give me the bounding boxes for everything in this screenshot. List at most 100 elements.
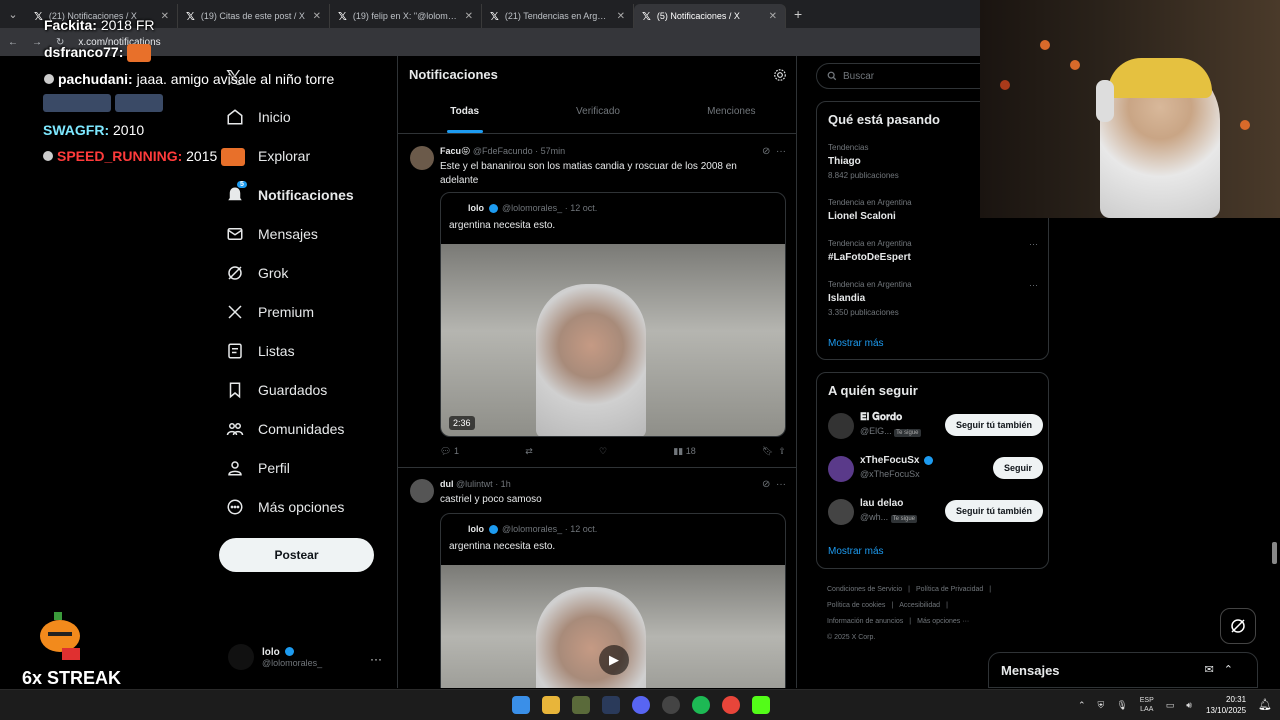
back-icon[interactable]: ← — [8, 37, 18, 48]
post[interactable]: dul @lulintwt · 1h ⊘ ··· castriel y poco… — [398, 469, 796, 688]
post-text: castriel y poco samoso — [440, 494, 542, 505]
tab-list-chevron-icon[interactable]: ⌄ — [0, 0, 26, 28]
clock[interactable]: 20:31 13/10/2025 — [1206, 694, 1246, 716]
more-icon[interactable]: ··· — [1029, 280, 1038, 290]
sidebar-item-mensajes[interactable]: Mensajes — [226, 225, 318, 243]
avatar[interactable] — [828, 413, 854, 439]
x-logo-icon: 𝕏 — [642, 10, 651, 23]
tab-verificado[interactable]: Verificado — [531, 98, 664, 133]
close-icon[interactable]: ✕ — [313, 11, 321, 22]
page-scrollbar[interactable] — [1272, 542, 1277, 564]
headphones — [1096, 80, 1114, 122]
notification-tabs: Todas Verificado Menciones — [398, 98, 796, 134]
grok-icon[interactable]: ⊘ — [762, 146, 770, 157]
avatar[interactable] — [410, 146, 434, 170]
more-icon[interactable]: ··· — [1029, 239, 1038, 249]
quoted-post[interactable]: lolo @lolomorales_ · 12 oct. argentina n… — [440, 192, 786, 437]
notification-bell-icon[interactable]: 🔔︎ — [1258, 698, 1272, 711]
browser-tab[interactable]: 𝕏(21) Tendencias en Argentina e✕ — [482, 4, 634, 28]
browser-tab[interactable]: 𝕏 (19) Citas de este post / X ✕ — [178, 4, 330, 28]
chat-line: SPEED_RUNNING: 2015 — [43, 148, 246, 167]
follow-button[interactable]: Seguir — [992, 457, 1043, 479]
reply-icon[interactable]: 💬︎ 1 — [440, 446, 459, 457]
sidebar-item-guardados[interactable]: Guardados — [226, 381, 327, 399]
list-icon — [228, 343, 242, 359]
sidebar-item-notificaciones[interactable]: 5 Notificaciones — [226, 181, 354, 204]
streak-pumpkin-icon — [40, 612, 80, 660]
account-switcher[interactable]: lolo @lolomorales_ — [228, 644, 322, 670]
avatar[interactable] — [828, 456, 854, 482]
x-logo-icon: 𝕏 — [34, 10, 43, 23]
network-icon[interactable]: ▭ — [1166, 700, 1175, 711]
obs-icon[interactable] — [662, 696, 680, 714]
sidebar-item-premium[interactable]: Premium — [226, 303, 314, 321]
expand-icon[interactable]: ⌃ — [1224, 664, 1243, 676]
bookmark-and-share-icon[interactable]: 🔖︎ ⇪ — [762, 446, 786, 457]
play-icon[interactable]: ▶ — [599, 645, 629, 675]
notification-badge: 5 — [237, 181, 247, 188]
messages-drawer[interactable]: Mensajes ✉⌃ — [988, 652, 1258, 688]
tab-todas[interactable]: Todas — [398, 98, 531, 133]
sidebar-item-listas[interactable]: Listas — [226, 342, 295, 360]
close-icon[interactable]: ✕ — [161, 11, 169, 22]
envelope-icon — [227, 228, 243, 240]
sidebar-item-comunidades[interactable]: Comunidades — [226, 420, 344, 438]
folder-icon[interactable] — [542, 696, 560, 714]
new-tab-icon[interactable]: + — [794, 6, 802, 22]
avatar[interactable] — [410, 479, 434, 503]
trend-item[interactable]: Tendencia en Argentina Islandia 3.350 pu… — [828, 280, 1038, 317]
views-icon[interactable]: ▮▮ 18 — [673, 446, 695, 457]
sidebar-item-grok[interactable]: Grok — [226, 264, 288, 282]
tab-menciones[interactable]: Menciones — [665, 98, 796, 133]
follow-back-button[interactable]: Seguir tú también — [944, 414, 1043, 436]
kick-icon[interactable] — [752, 696, 770, 714]
language-indicator[interactable]: ESP LAA — [1140, 696, 1154, 714]
follow-suggestion[interactable]: lau delao @wh... Te sigue Seguir tú tamb… — [828, 497, 1043, 527]
search-icon — [827, 71, 837, 81]
follow-suggestion[interactable]: 𝐄𝐥 𝐆𝐨𝐫𝐝𝐨 @ElG... Te sigue Seguir tú tamb… — [828, 411, 1043, 441]
like-icon[interactable]: ♡ — [599, 446, 607, 457]
post-button[interactable]: Postear — [219, 538, 374, 572]
volume-icon[interactable]: 🔊︎ — [1186, 700, 1192, 711]
browser-tab[interactable]: 𝕏(19) felip en X: "@lolomorales_✕ — [330, 4, 482, 28]
quoted-post[interactable]: lolo @lolomorales_ · 12 oct. argentina n… — [440, 513, 786, 688]
spotify-icon[interactable] — [692, 696, 710, 714]
more-icon[interactable]: ··· — [776, 146, 786, 157]
grok-icon[interactable]: ⊘ — [762, 479, 770, 490]
close-icon[interactable]: ✕ — [617, 11, 625, 22]
grok-float-button[interactable] — [1220, 608, 1256, 644]
sidebar-item-mas-opciones[interactable]: Más opciones — [226, 498, 344, 516]
microphone-icon[interactable]: 🎙︎ — [1116, 700, 1127, 711]
chrome-icon[interactable] — [722, 696, 740, 714]
more-icon[interactable]: ··· — [776, 479, 786, 490]
search-input[interactable]: Buscar — [816, 63, 996, 89]
start-icon[interactable] — [512, 696, 530, 714]
close-icon[interactable]: ✕ — [769, 11, 777, 22]
video-player[interactable]: 2:36 — [441, 244, 785, 436]
steam-icon[interactable] — [602, 696, 620, 714]
avatar[interactable] — [828, 499, 854, 525]
sidebar-item-perfil[interactable]: Perfil — [226, 459, 290, 477]
forward-icon[interactable]: → — [32, 37, 42, 48]
shield-icon[interactable]: ⛨ — [1098, 700, 1105, 711]
follow-suggestion[interactable]: xTheFocuSx @xTheFocuSx Seguir — [828, 454, 1043, 484]
post[interactable]: Facu😝 @FdeFacundo · 57min ⊘ ··· Este y e… — [398, 136, 796, 468]
browser-tab-active[interactable]: 𝕏 (5) Notificaciones / X ✕ — [634, 4, 786, 28]
repost-icon[interactable]: ⇄ — [525, 446, 533, 457]
show-more-link[interactable]: Mostrar más — [828, 546, 884, 557]
gear-icon[interactable] — [773, 68, 787, 82]
new-message-icon[interactable]: ✉ — [1205, 664, 1224, 676]
video-player[interactable]: ▶ — [441, 565, 785, 688]
chevron-up-icon[interactable]: ⌃ — [1078, 700, 1086, 711]
discord-icon[interactable] — [632, 696, 650, 714]
verified-icon — [284, 647, 294, 657]
home-icon — [227, 109, 243, 125]
sidebar-item-inicio[interactable]: Inicio — [226, 108, 291, 126]
close-icon[interactable]: ✕ — [465, 11, 473, 22]
follow-back-button[interactable]: Seguir tú también — [944, 500, 1043, 522]
app-icon[interactable] — [572, 696, 590, 714]
show-more-link[interactable]: Mostrar más — [828, 338, 884, 349]
trend-item[interactable]: Tendencia en Argentina #LaFotoDeEspert ·… — [828, 239, 1038, 263]
more-icon[interactable]: ··· — [370, 652, 382, 666]
bell-icon — [228, 187, 242, 201]
